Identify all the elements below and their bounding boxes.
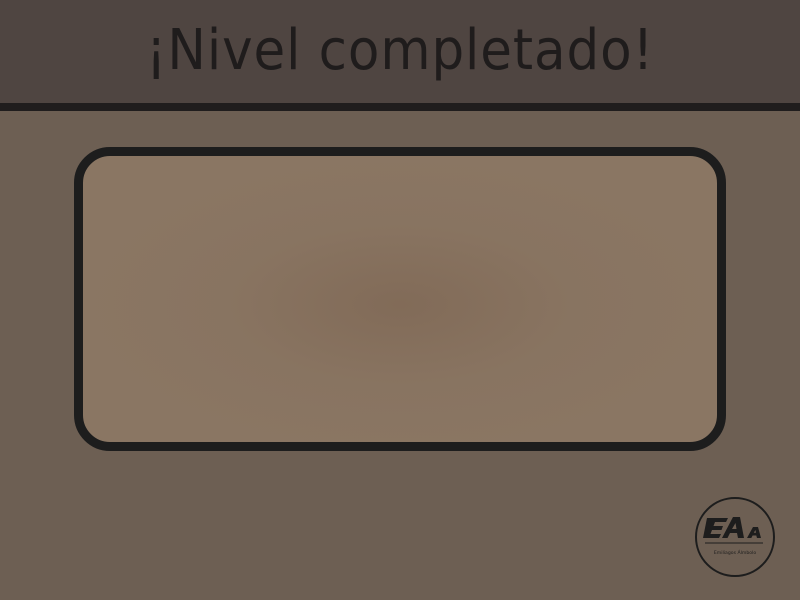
results-panel (74, 147, 726, 451)
header-divider (0, 103, 800, 111)
logo-caption: Emiliagos Álmbolo (713, 551, 757, 556)
ea-logo-icon (703, 517, 763, 544)
level-complete-title: ¡Nivel completado! (145, 18, 655, 83)
ea-logo: Emiliagos Álmbolo (695, 497, 775, 577)
